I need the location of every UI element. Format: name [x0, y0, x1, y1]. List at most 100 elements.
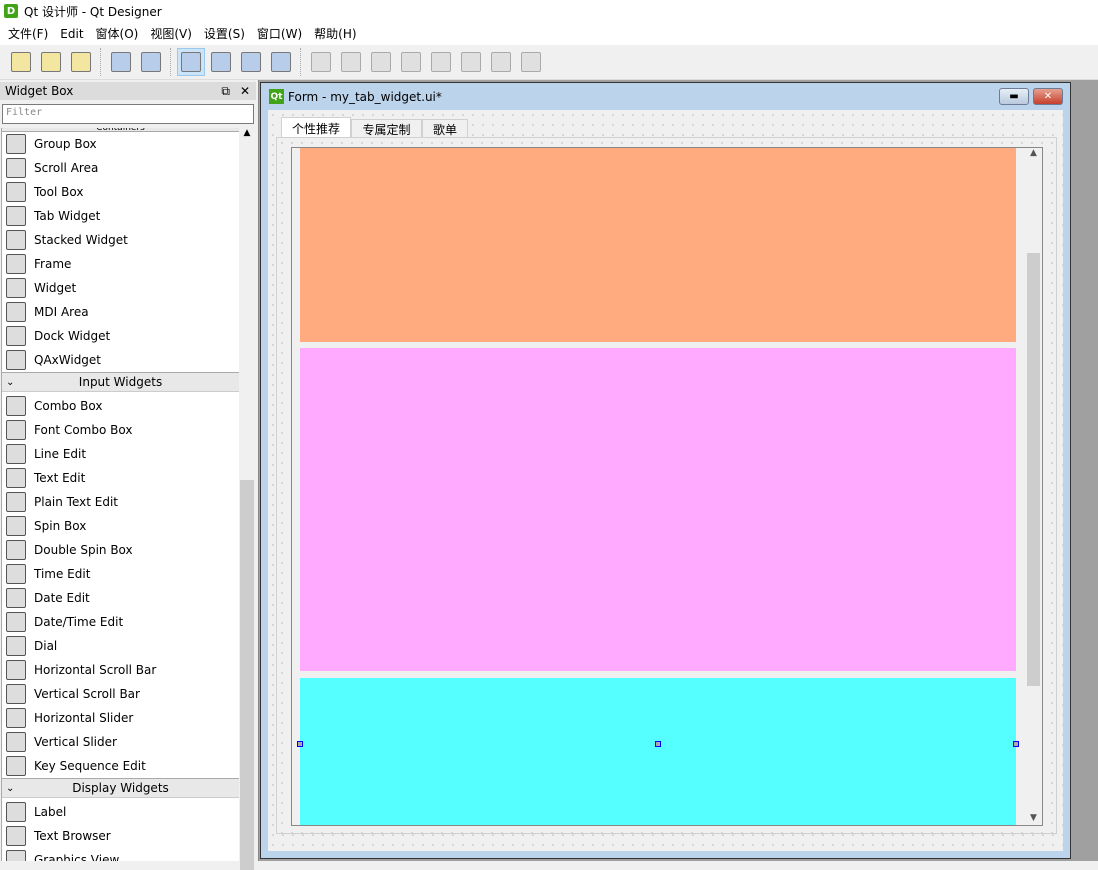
tab-custom[interactable]: 专属定制: [351, 119, 422, 138]
widget-item[interactable]: Vertical Slider: [2, 730, 239, 754]
widget-item[interactable]: Spin Box: [2, 514, 239, 538]
widget-item[interactable]: Time Edit: [2, 562, 239, 586]
edit-buddies-button[interactable]: [237, 48, 265, 76]
close-icon[interactable]: ✕: [240, 84, 250, 99]
widget-item[interactable]: Horizontal Scroll Bar: [2, 658, 239, 682]
widget-icon: [6, 732, 26, 752]
widget-icon: [6, 350, 26, 370]
scroll-down-icon[interactable]: ▼: [1025, 813, 1042, 823]
widget-icon: [6, 420, 26, 440]
widget-icon: [6, 158, 26, 178]
scrollbar-thumb[interactable]: [240, 480, 254, 870]
designer-app-icon: D: [4, 4, 18, 18]
widget-item[interactable]: Text Edit: [2, 466, 239, 490]
widget-icon: [6, 636, 26, 656]
widget-item[interactable]: Widget: [2, 276, 239, 300]
scroll-up-icon[interactable]: ▲: [239, 128, 255, 138]
widget-item[interactable]: Frame: [2, 252, 239, 276]
layout-form-icon: [461, 52, 481, 72]
save-icon: [71, 52, 91, 72]
float-icon[interactable]: ⧉: [221, 84, 230, 99]
layout-grid-button[interactable]: [427, 48, 455, 76]
edit-tab-order-button[interactable]: [267, 48, 295, 76]
save-button[interactable]: [67, 48, 95, 76]
form-scrollbar[interactable]: ▲ ▼: [1025, 148, 1042, 825]
widget-item[interactable]: QAxWidget: [2, 348, 239, 372]
widget-box-dock: Widget Box ⧉✕ Filter ContainersGroup Box…: [0, 80, 256, 870]
open-folder-button[interactable]: [37, 48, 65, 76]
widget-item[interactable]: MDI Area: [2, 300, 239, 324]
edit-widgets-button[interactable]: [177, 48, 205, 76]
widget-icon: [6, 660, 26, 680]
category-label: Input Widgets: [78, 375, 163, 389]
resize-handle-right[interactable]: [1013, 741, 1019, 747]
widget-label: Scroll Area: [34, 161, 99, 175]
category-header[interactable]: ⌄ Display Widgets: [2, 778, 239, 798]
widget-item[interactable]: Text Browser: [2, 824, 239, 848]
widget-label: Key Sequence Edit: [34, 759, 146, 773]
widget-item[interactable]: Font Combo Box: [2, 418, 239, 442]
edit-signals-slots-button[interactable]: [207, 48, 235, 76]
widget-item[interactable]: Date/Time Edit: [2, 610, 239, 634]
menu-item[interactable]: 视图(V): [144, 25, 198, 42]
scrollbar-thumb[interactable]: [1027, 253, 1040, 686]
widget-item[interactable]: Line Edit: [2, 442, 239, 466]
layout-form-button[interactable]: [457, 48, 485, 76]
new-file-icon: [11, 52, 31, 72]
scroll-up-icon[interactable]: ▲: [1025, 148, 1042, 158]
bring-to-front-button[interactable]: [137, 48, 165, 76]
widget-label: Combo Box: [34, 399, 103, 413]
close-button[interactable]: ✕: [1033, 88, 1063, 105]
minimize-button[interactable]: ▬: [999, 88, 1029, 105]
widget-item[interactable]: Horizontal Slider: [2, 706, 239, 730]
send-to-back-button[interactable]: [107, 48, 135, 76]
widget-item[interactable]: Date Edit: [2, 586, 239, 610]
layout-v-splitter-button[interactable]: [397, 48, 425, 76]
widget-item[interactable]: Dial: [2, 634, 239, 658]
tab-recommend[interactable]: 个性推荐: [281, 117, 351, 138]
adjust-size-button[interactable]: [517, 48, 545, 76]
widget-item[interactable]: Label: [2, 800, 239, 824]
layout-h-splitter-icon: [371, 52, 391, 72]
menu-item[interactable]: 窗口(W): [251, 25, 308, 42]
widget-list-scrollbar[interactable]: ▲: [239, 128, 255, 870]
widget-item[interactable]: Tool Box: [2, 180, 239, 204]
widget-item[interactable]: Tab Widget: [2, 204, 239, 228]
layout-vertical-button[interactable]: [337, 48, 365, 76]
widget-item[interactable]: Key Sequence Edit: [2, 754, 239, 778]
widget-icon: [6, 826, 26, 846]
menu-item[interactable]: Edit: [54, 27, 89, 41]
layout-horizontal-button[interactable]: [307, 48, 335, 76]
widget-item[interactable]: Plain Text Edit: [2, 490, 239, 514]
widget-item[interactable]: Stacked Widget: [2, 228, 239, 252]
break-layout-button[interactable]: [487, 48, 515, 76]
edit-signals-slots-icon: [211, 52, 231, 72]
menu-item[interactable]: 窗体(O): [90, 25, 145, 42]
tab-playlist[interactable]: 歌单: [422, 119, 468, 138]
layout-h-splitter-button[interactable]: [367, 48, 395, 76]
widget-item[interactable]: Vertical Scroll Bar: [2, 682, 239, 706]
scroll-area: ▲ ▼: [291, 147, 1043, 826]
widget-icon: [6, 302, 26, 322]
widget-item[interactable]: Dock Widget: [2, 324, 239, 348]
widget-item[interactable]: Graphics View: [2, 848, 239, 861]
widget-item[interactable]: Scroll Area: [2, 156, 239, 180]
filter-input[interactable]: Filter: [2, 104, 254, 124]
chevron-down-icon: ⌄: [6, 782, 15, 794]
widget-item[interactable]: Group Box: [2, 132, 239, 156]
widget-item[interactable]: Double Spin Box: [2, 538, 239, 562]
widget-label: MDI Area: [34, 305, 89, 319]
widget-icon: [6, 444, 26, 464]
category-header[interactable]: ⌄ Input Widgets: [2, 372, 239, 392]
new-file-button[interactable]: [7, 48, 35, 76]
resize-handle-center[interactable]: [655, 741, 661, 747]
menu-item[interactable]: 帮助(H): [308, 25, 362, 42]
widget-label: Frame: [34, 257, 72, 271]
menu-item[interactable]: 设置(S): [198, 25, 251, 42]
tab-pane: ▲ ▼: [276, 137, 1057, 834]
menu-item[interactable]: 文件(F): [2, 25, 54, 42]
widget-label: Date Edit: [34, 591, 90, 605]
cyan-widget[interactable]: [297, 678, 1019, 825]
resize-handle-left[interactable]: [297, 741, 303, 747]
widget-item[interactable]: Combo Box: [2, 394, 239, 418]
